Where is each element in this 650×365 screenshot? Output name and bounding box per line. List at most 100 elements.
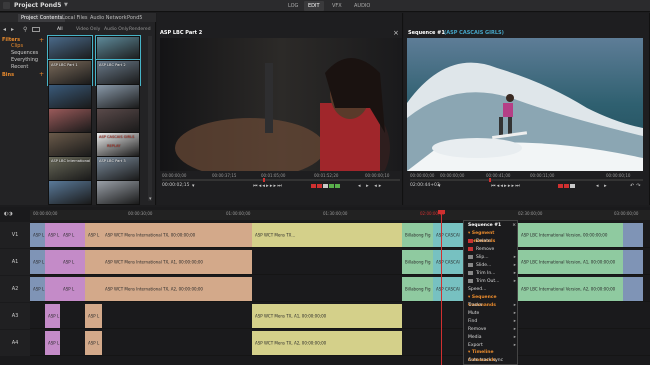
- menu-slide[interactable]: Slide... ▸: [465, 262, 518, 270]
- clip-v1-2[interactable]: ASP L: [45, 223, 60, 247]
- track-a3[interactable]: ASP L ASP L ASP WCT Mens TX, A1, 00:00:0…: [30, 303, 650, 329]
- source-tc-dropdown-icon[interactable]: ▾: [192, 183, 195, 189]
- media-thumbnail[interactable]: ASP LBC Part 2: [95, 59, 141, 86]
- track-label-a1[interactable]: A1: [0, 249, 30, 275]
- clip-v1-yellow[interactable]: ASP WCT Mens TX...: [252, 223, 402, 247]
- mode-tab-audio[interactable]: AUDIO: [350, 1, 374, 11]
- menu-trim-in[interactable]: Trim In... ▸: [465, 270, 518, 278]
- media-thumbnail[interactable]: [95, 35, 141, 62]
- clip-a1-2[interactable]: [45, 250, 60, 274]
- menu-auto-track-sync[interactable]: Auto track sync: [465, 357, 518, 365]
- media-thumbnail[interactable]: [96, 180, 140, 205]
- record-zoom-controls[interactable]: ↶↷: [630, 183, 642, 189]
- clip-v1-1[interactable]: ASP L: [30, 223, 45, 247]
- view-toggle-icon[interactable]: [32, 27, 40, 32]
- clip-v1-right[interactable]: ASP LBC International Version, 00:00:00;…: [518, 223, 623, 247]
- track-label-a2[interactable]: A2: [0, 276, 30, 302]
- track-label-v1[interactable]: V1: [0, 222, 30, 248]
- subtab-all[interactable]: All: [57, 27, 63, 32]
- media-thumbnail[interactable]: [96, 84, 140, 109]
- clip-a4-1[interactable]: ASP L: [45, 331, 60, 355]
- track-a2[interactable]: ASP L ASP L ASP WCT Mens International T…: [30, 276, 650, 302]
- add-filter-icon[interactable]: +: [39, 37, 44, 44]
- media-thumbnail[interactable]: ASP LBC International: [48, 156, 92, 181]
- menu-slip[interactable]: Slip... ▸: [465, 254, 518, 262]
- menu-remove-seq[interactable]: Remove ▸: [465, 326, 518, 334]
- close-icon[interactable]: ×: [393, 29, 399, 37]
- media-thumbnail[interactable]: ASP LBC Part 1: [47, 59, 93, 86]
- track-a4[interactable]: ASP L ASP L ASP WCT Mens TX, A2, 00:00:0…: [30, 330, 650, 356]
- subtab-video-only[interactable]: Video Only: [76, 27, 100, 32]
- media-thumbnail[interactable]: [48, 132, 92, 157]
- menu-trim-out[interactable]: Trim Out... ▸: [465, 278, 518, 286]
- tab-local-files[interactable]: Local Files: [59, 14, 91, 22]
- clip-a2-1[interactable]: ASP L: [30, 277, 45, 301]
- mode-tab-log[interactable]: LOG: [284, 1, 302, 11]
- source-transport-controls[interactable]: ⏮◂◂▸▸▸⏭: [253, 183, 283, 189]
- menu-tracks[interactable]: Tracks ▸: [465, 302, 518, 310]
- scroll-down-icon[interactable]: ▾: [149, 196, 152, 202]
- clip-v1-main[interactable]: ASP WCT Mens International TX, 00:00:00;…: [102, 223, 252, 247]
- media-thumbnail[interactable]: [48, 180, 92, 205]
- clip-a1-main[interactable]: ASP WCT Mens International TX, A1, 00:00…: [102, 250, 252, 274]
- clip-a2-2[interactable]: [45, 277, 60, 301]
- media-scrollbar[interactable]: [148, 36, 152, 201]
- source-scrub-bar[interactable]: [162, 179, 400, 181]
- project-title[interactable]: Project Pond5: [14, 2, 61, 9]
- menu-find[interactable]: Find ▸: [465, 318, 518, 326]
- clip-a2-4[interactable]: [85, 277, 102, 301]
- media-thumbnail[interactable]: [47, 35, 93, 62]
- subtab-audio-only[interactable]: Audio Only: [104, 27, 129, 32]
- menu-speed[interactable]: Speed...: [465, 286, 518, 294]
- clip-a4-2[interactable]: ASP L: [85, 331, 102, 355]
- filter-sequences[interactable]: Sequences: [11, 50, 38, 56]
- track-label-a4[interactable]: A4: [0, 330, 30, 356]
- record-scrub-marker[interactable]: [489, 178, 491, 182]
- clip-a3-1[interactable]: ASP L: [45, 304, 60, 328]
- clip-a2-right[interactable]: ASP LBC International Version, A2, 00:00…: [518, 277, 623, 301]
- app-menu-icon[interactable]: [3, 2, 10, 9]
- clip-v1-green[interactable]: Billabong Fig: [402, 223, 433, 247]
- media-thumbnail[interactable]: [96, 108, 140, 133]
- track-a1[interactable]: ASP L ASP L ASP WCT Mens International T…: [30, 249, 650, 275]
- source-edit-buttons[interactable]: [311, 184, 351, 188]
- source-marker-controls[interactable]: ◂ ▸ ◂▸: [358, 183, 383, 189]
- media-thumbnail[interactable]: [48, 84, 92, 109]
- filter-recent[interactable]: Recent: [11, 64, 28, 70]
- back-arrow-icon[interactable]: ◂: [3, 26, 6, 33]
- source-current-tc[interactable]: 00:00:02;15: [162, 183, 189, 188]
- record-video-frame[interactable]: [407, 38, 643, 171]
- media-thumbnail[interactable]: [48, 108, 92, 133]
- clip-a3-yellow[interactable]: ASP WCT Mens TX, A1, 00:00:00;00: [252, 304, 402, 328]
- clip-a2-teal[interactable]: ASP CASCAI: [433, 277, 463, 301]
- tab-pond5[interactable]: Pond5: [124, 14, 145, 22]
- clip-a1-4[interactable]: [85, 250, 102, 274]
- record-edit-buttons[interactable]: [558, 184, 588, 188]
- filter-clips[interactable]: Clips: [11, 43, 23, 49]
- record-marker-controls[interactable]: ◂ ▸: [596, 183, 609, 189]
- menu-remove[interactable]: Remove: [465, 246, 518, 254]
- menu-media[interactable]: Media ▸: [465, 334, 518, 342]
- search-icon[interactable]: ⚲: [23, 26, 27, 33]
- filter-everything[interactable]: Everything: [11, 57, 38, 63]
- media-thumbnail[interactable]: ASP LBC Part 3: [96, 156, 140, 181]
- clip-a1-green[interactable]: Billabong Fig: [402, 250, 433, 274]
- playhead-handle[interactable]: [438, 210, 445, 214]
- menu-delete[interactable]: Delete: [465, 238, 518, 246]
- clip-a1-right[interactable]: ASP LBC International Version, A1, 00:00…: [518, 250, 623, 274]
- record-transport-controls[interactable]: ⏮◂◂▸▸▸⏭: [491, 183, 521, 189]
- clip-a1-3[interactable]: ASP L: [60, 250, 85, 274]
- mode-tab-vfx[interactable]: VFX: [328, 1, 346, 11]
- project-dropdown-icon[interactable]: ▼: [64, 2, 68, 8]
- clip-a2-3[interactable]: ASP L: [60, 277, 85, 301]
- record-current-tc[interactable]: 02:00:44+03: [410, 183, 440, 188]
- clip-v1-4[interactable]: ASP L: [85, 223, 102, 247]
- clip-a1-end[interactable]: [623, 250, 643, 274]
- clip-a1-1[interactable]: ASP L: [30, 250, 45, 274]
- subtab-rendered[interactable]: Rendered: [129, 27, 151, 32]
- clip-a3-2[interactable]: ASP L: [85, 304, 102, 328]
- clip-v1-end[interactable]: [623, 223, 643, 247]
- clip-a4-yellow[interactable]: ASP WCT Mens TX, A2, 00:00:00;00: [252, 331, 402, 355]
- clip-a1-teal[interactable]: ASP CASCAI: [433, 250, 463, 274]
- clip-a2-green[interactable]: Billabong Fig: [402, 277, 433, 301]
